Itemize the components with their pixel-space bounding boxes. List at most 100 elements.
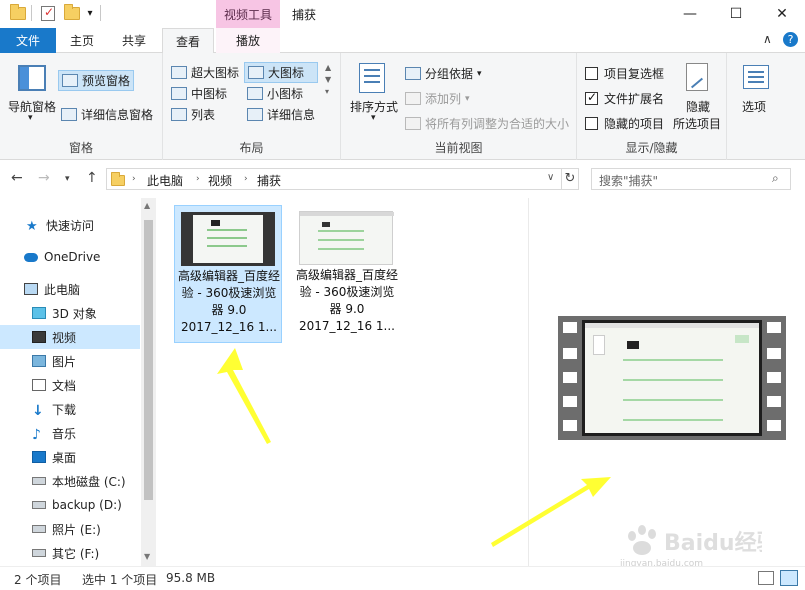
customize-toolbar-icon[interactable]: ▾ (84, 4, 96, 22)
close-icon[interactable]: ✕ (759, 0, 805, 28)
nav-item-downloads[interactable]: ↓ 下载 (0, 397, 140, 421)
nav-item-videos[interactable]: 视频 (0, 325, 140, 349)
preview-pane-button[interactable]: 预览窗格 (58, 70, 135, 91)
new-folder-icon[interactable] (62, 3, 82, 22)
nav-item-drive-e[interactable]: 照片 (E:) (0, 517, 140, 541)
minimize-icon[interactable]: — (667, 0, 713, 28)
nav-item-music[interactable]: ♪ 音乐 (0, 421, 140, 445)
checkbox[interactable] (585, 67, 598, 80)
nav-item-drive-f[interactable]: 其它 (F:) (0, 541, 140, 565)
computer-icon (24, 283, 38, 295)
details-pane-icon (61, 108, 77, 121)
fit-columns-button: 将所有列调整为合适的大小 (405, 115, 569, 132)
details-pane-button[interactable]: 详细信息窗格 (61, 106, 153, 123)
layout-medium[interactable]: 中图标 (171, 85, 227, 102)
search-placeholder: 搜索"捕获" (599, 174, 659, 188)
nav-item-this-pc[interactable]: 此电脑 (0, 277, 140, 301)
checkbox[interactable] (585, 90, 598, 105)
details-pane-label: 详细信息窗格 (81, 108, 154, 122)
layout-scroll[interactable]: ▲ ▼ ▾ (325, 62, 331, 98)
title-bar: ▾ 视频工具 捕获 — ☐ ✕ (0, 0, 805, 28)
hide-selected-line2[interactable]: 所选项目 (673, 115, 721, 132)
up-arrow-icon[interactable]: ↑ (86, 170, 98, 186)
navigation-pane: ★ 快速访问 OneDrive 此电脑 3D 对象 视频 图片 文档 ↓ 下载 … (0, 198, 156, 566)
annotation-arrow (491, 477, 611, 547)
group-current-view: 排序方式 ▾ 分组依据 ▾ 添加列 ▾ 将所有列调整为合适的大小 当前视图 (341, 53, 577, 160)
recent-locations-icon[interactable]: ▾ (65, 174, 70, 184)
layout-small[interactable]: 小图标 (247, 85, 303, 102)
folder-icon (8, 3, 28, 22)
breadcrumb-this-pc[interactable]: 此电脑 (147, 172, 183, 189)
selected-size: 95.8 MB (166, 571, 216, 585)
file-extensions-toggle[interactable]: 文件扩展名 (585, 90, 664, 107)
file-item[interactable]: 高级编辑器_百度经验 - 360极速浏览器 9.0 2017_12_16 1..… (174, 205, 282, 343)
nav-item-desktop[interactable]: 桌面 (0, 445, 140, 469)
drive-icon (32, 477, 46, 485)
nav-scrollbar[interactable]: ▲ ▼ (141, 198, 156, 566)
group-by-icon (405, 67, 421, 80)
refresh-icon[interactable]: ↻ (562, 168, 579, 190)
file-item[interactable]: 高级编辑器_百度经验 - 360极速浏览器 9.0 2017_12_16 1..… (293, 205, 401, 343)
layout-extra-large[interactable]: 超大图标 (171, 64, 239, 81)
grid-icon (171, 87, 187, 100)
group-panes: 导航窗格 ▾ 预览窗格 详细信息窗格 窗格 (0, 53, 163, 160)
hidden-items-toggle[interactable]: 隐藏的项目 (585, 115, 664, 132)
nav-item-drive-d[interactable]: backup (D:) (0, 493, 140, 517)
nav-item-documents[interactable]: 文档 (0, 373, 140, 397)
search-input[interactable]: 搜索"捕获" ⌕ (591, 168, 791, 190)
breadcrumb-separator[interactable]: › (244, 174, 248, 184)
forward-arrow-icon[interactable]: → (38, 170, 50, 186)
tab-share[interactable]: 共享 (108, 28, 160, 53)
chevron-down-icon[interactable]: ▾ (371, 113, 376, 123)
layout-details[interactable]: 详细信息 (247, 106, 315, 123)
options-button[interactable]: 选项 (742, 98, 766, 115)
breadcrumb-capture[interactable]: 捕获 (257, 172, 281, 189)
help-icon[interactable]: ? (783, 32, 798, 47)
nav-item-onedrive[interactable]: OneDrive (0, 245, 140, 269)
tab-view[interactable]: 查看 (162, 28, 214, 54)
scroll-up-icon[interactable]: ▲ (144, 201, 150, 210)
tab-home[interactable]: 主页 (56, 28, 108, 53)
chevron-down-icon[interactable]: ∨ (547, 172, 554, 183)
item-checkboxes-toggle[interactable]: 项目复选框 (585, 65, 664, 82)
options-icon[interactable] (743, 65, 769, 89)
nav-item-drive-c[interactable]: 本地磁盘 (C:) (0, 469, 140, 493)
group-label: 当前视图 (434, 141, 483, 155)
nav-pane-icon[interactable] (18, 65, 46, 91)
nav-item-3d-objects[interactable]: 3D 对象 (0, 301, 140, 325)
breadcrumb-videos[interactable]: 视频 (208, 172, 232, 189)
breadcrumb-separator[interactable]: › (132, 174, 136, 184)
scroll-down-icon[interactable]: ▼ (144, 552, 150, 561)
document-icon (32, 379, 46, 391)
maximize-icon[interactable]: ☐ (713, 0, 759, 28)
drive-icon (32, 501, 46, 509)
collapse-ribbon-icon[interactable]: ∧ (763, 32, 772, 46)
layout-list[interactable]: 列表 (171, 106, 215, 123)
tab-file[interactable]: 文件 (0, 28, 56, 53)
grid-icon (171, 66, 187, 79)
context-tool-label: 视频工具 (216, 0, 280, 28)
properties-icon[interactable] (38, 4, 58, 22)
large-icons-view-icon[interactable] (780, 570, 798, 586)
nav-item-pictures[interactable]: 图片 (0, 349, 140, 373)
nav-item-quick-access[interactable]: ★ 快速访问 (0, 213, 140, 237)
details-view-icon[interactable] (758, 571, 774, 585)
back-arrow-icon[interactable]: ← (11, 170, 23, 186)
group-show-hide: 项目复选框 文件扩展名 隐藏的项目 隐藏 所选项目 显示/隐藏 (577, 53, 727, 160)
layout-large[interactable]: 大图标 (244, 62, 318, 83)
scrollbar-thumb[interactable] (144, 220, 153, 500)
sort-icon[interactable] (359, 63, 385, 93)
group-layout: 超大图标 大图标 中图标 小图标 列表 详细信息 ▲ ▼ ▾ 布局 (163, 53, 341, 160)
tab-play[interactable]: 播放 (216, 28, 280, 53)
search-icon[interactable]: ⌕ (772, 171, 779, 186)
hide-selected-line1[interactable]: 隐藏 (686, 98, 710, 115)
group-options: 选项 (727, 53, 787, 160)
address-bar[interactable]: › 此电脑 › 视频 › 捕获 ∨ (106, 168, 562, 190)
checkbox[interactable] (585, 117, 598, 130)
annotation-arrow (217, 348, 271, 444)
hide-selected-icon[interactable] (686, 63, 708, 91)
music-icon: ♪ (32, 427, 41, 443)
chevron-down-icon[interactable]: ▾ (28, 113, 33, 123)
breadcrumb-separator[interactable]: › (196, 174, 200, 184)
group-by-button[interactable]: 分组依据 ▾ (405, 65, 482, 82)
